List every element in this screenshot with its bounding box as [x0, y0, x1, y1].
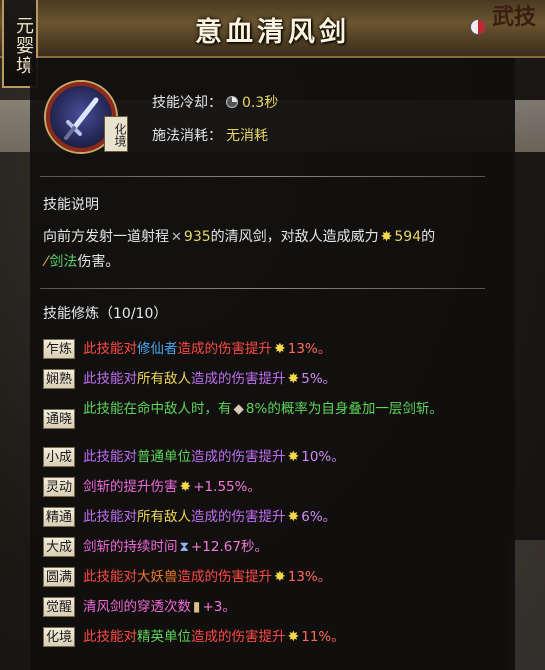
desc-part: 伤害。: [77, 254, 120, 270]
row-text: 造成的伤害提升: [177, 341, 273, 357]
row-text: 清风剑: [83, 599, 124, 615]
row-target: 普通单位: [137, 449, 192, 465]
divider: [40, 176, 485, 177]
cultivation-row: 乍炼 此技能对修仙者造成的伤害提升 ✸ 13%。: [43, 338, 503, 360]
row-text: 造成的伤害提升: [191, 509, 286, 525]
row-value: 6%。: [301, 509, 337, 525]
clock-icon: [226, 96, 238, 108]
row-text: 此技能对: [83, 371, 138, 387]
scroll-icon: ▮: [193, 599, 201, 615]
cultivation-row: 大成 剑斩的持续时间 ⧗ +12.67秒。: [43, 536, 503, 558]
desc-part: 向前方发射一道射程: [43, 229, 169, 245]
row-text: 剑斩: [83, 539, 111, 555]
cultivation-row: 小成 此技能对普通单位造成的伤害提升 ✸ 10%。: [43, 446, 503, 468]
range-icon: ✕: [171, 230, 182, 245]
row-target: 大妖兽: [137, 569, 178, 585]
desc-part: 的清风剑，对敌人造成威力: [210, 229, 379, 245]
cost-value: 无消耗: [226, 128, 268, 144]
row-target: 修仙者: [137, 341, 178, 357]
buff-icon: ✸: [274, 569, 286, 585]
stage-badge: 小成: [43, 447, 76, 467]
cultivation-row: 圆满 此技能对大妖兽造成的伤害提升 ✸ 13%。: [43, 566, 503, 588]
cultivation-row: 化境 此技能对精英单位造成的伤害提升 ✸ 11%。: [43, 626, 503, 648]
description-text: 向前方发射一道射程 ✕ 935的清风剑，对敌人造成威力 ✸ 594的 ⁄ 剑法伤害。: [43, 225, 503, 274]
cultivation-heading: 技能修炼（10/10）: [43, 306, 168, 322]
cultivation-row: 娴熟 此技能对所有敌人造成的伤害提升 ✸ 5%。: [43, 368, 503, 390]
description-heading: 技能说明: [43, 197, 99, 213]
row-text: 此技能对: [83, 449, 138, 465]
power-icon: ✸: [380, 229, 393, 245]
row-target: 精英单位: [137, 629, 192, 645]
row-value: +1.55%。: [193, 479, 261, 495]
sword-icon: [64, 97, 99, 140]
cost-row: 施法消耗： 无消耗: [152, 125, 268, 145]
row-text: 的穿透次数: [123, 599, 192, 615]
skill-title: 意血清风剑: [195, 17, 350, 48]
row-value: 13%。: [287, 341, 332, 357]
row-value: 13%。: [287, 569, 332, 585]
buff-icon: ✸: [287, 449, 300, 465]
stage-badge: 灵动: [43, 477, 76, 497]
power-value: 594: [394, 229, 422, 245]
buff-icon: ✸: [287, 371, 300, 387]
stage-badge: 娴熟: [43, 369, 76, 389]
cooldown-value: 0.3秒: [242, 95, 279, 111]
buff-icon: ✸: [274, 341, 286, 357]
row-text: 的持续时间: [110, 539, 178, 555]
row-target: 所有敌人: [137, 509, 192, 525]
row-value: 5%。: [301, 371, 337, 387]
stage-badge: 大成: [43, 537, 76, 557]
cooldown-label: 技能冷却：: [152, 95, 222, 111]
row-text: 造成的伤害提升: [191, 371, 286, 387]
buff-icon: ✸: [179, 479, 192, 495]
category-label: 武技: [491, 4, 536, 30]
row-text: 剑斩: [83, 479, 111, 495]
cultivation-row: 灵动 剑斩的提升伤害 ✸ +1.55%。: [43, 476, 503, 498]
row-value: 11%。: [301, 629, 345, 645]
cultivation-row: 精通 此技能对所有敌人造成的伤害提升 ✸ 6%。: [43, 506, 503, 528]
desc-part: 的: [421, 229, 436, 245]
hourglass-icon: ⧗: [179, 539, 189, 555]
row-target: 所有敌人: [137, 371, 192, 387]
cultivation-row: 通晓 此技能在命中敌人时，有 ◆ 8%的概率为自身叠加一层剑斩。: [43, 398, 503, 429]
row-text: 此技能对: [83, 629, 138, 645]
row-text: 此技能对: [83, 509, 138, 525]
row-text: 此技能对: [83, 569, 138, 585]
buff-icon: ✸: [287, 629, 300, 645]
row-value: +12.67秒。: [191, 539, 268, 555]
sword-type-icon: ⁄: [45, 254, 48, 270]
stage-badge: 通晓: [43, 409, 76, 429]
stone-icon: ◆: [233, 401, 244, 417]
close-button[interactable]: [470, 19, 486, 35]
skill-grade-badge: 化境: [104, 116, 128, 152]
range-value: 935: [183, 229, 211, 245]
stage-badge: 精通: [43, 507, 76, 527]
cost-label: 施法消耗：: [152, 128, 222, 144]
row-value: +3。: [202, 599, 236, 615]
buff-icon: ✸: [287, 509, 300, 525]
stage-badge: 觉醒: [43, 597, 76, 617]
row-text: 的提升伤害: [110, 479, 178, 495]
divider: [40, 288, 485, 289]
row-value: 8%的概率为自身叠加一层剑斩。: [245, 401, 443, 417]
row-text: 此技能在命中敌人时，有: [83, 401, 232, 417]
row-text: 造成的伤害提升: [191, 449, 286, 465]
stage-badge: 乍炼: [43, 339, 76, 359]
row-text: 造成的伤害提升: [191, 629, 286, 645]
row-text: 造成的伤害提升: [177, 569, 273, 585]
row-value: 10%。: [301, 449, 345, 465]
stage-badge: 圆满: [43, 567, 76, 587]
cultivation-row: 觉醒 清风剑的穿透次数 ▮ +3。: [43, 596, 503, 618]
damage-type: 剑法: [49, 254, 78, 270]
row-text: 此技能对: [83, 341, 138, 357]
stage-badge: 化境: [43, 627, 76, 647]
title-banner: 意血清风剑 武技: [0, 0, 545, 58]
cooldown-row: 技能冷却： 0.3秒: [152, 92, 278, 112]
